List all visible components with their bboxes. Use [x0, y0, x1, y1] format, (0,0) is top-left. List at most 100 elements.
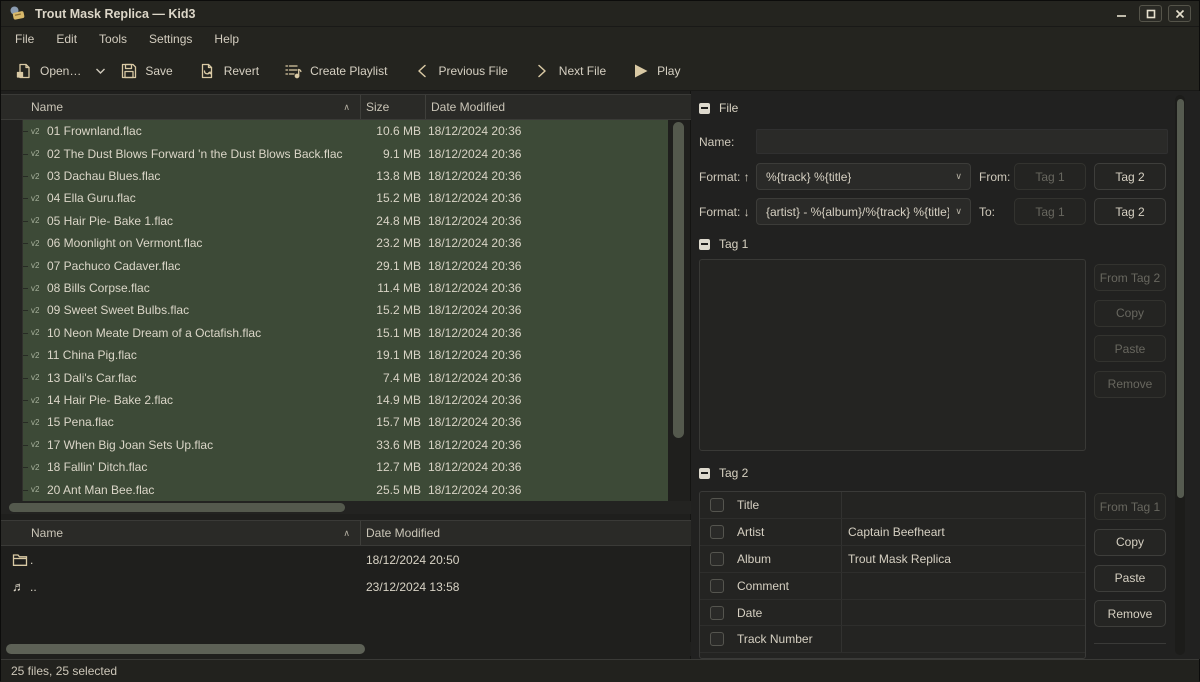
collapse-icon[interactable]	[699, 239, 710, 250]
scrollbar-thumb[interactable]	[9, 503, 345, 512]
from-tag-2-button[interactable]: From Tag 2	[1094, 264, 1166, 291]
file-date: 18/12/2024 20:36	[421, 214, 521, 228]
to-tag2-label: Tag 2	[1115, 205, 1144, 219]
save-label: Save	[145, 64, 172, 78]
field-value[interactable]: Trout Mask Replica	[842, 552, 951, 566]
chevron-down-icon: ∨	[955, 206, 962, 217]
scrollbar-thumb[interactable]	[673, 122, 684, 438]
minimize-icon	[1116, 9, 1127, 18]
file-list-vertical-scrollbar[interactable]	[668, 120, 690, 501]
table-row[interactable]: v2 20 Ant Man Bee.flac 25.5 MB 18/12/202…	[1, 479, 669, 501]
collapse-icon[interactable]	[699, 468, 710, 479]
table-row[interactable]: v2 07 Pachuco Cadaver.flac 29.1 MB 18/12…	[1, 254, 669, 276]
format-to-combobox[interactable]: {artist} - %{album}/%{track} %{title} ∨	[756, 198, 971, 225]
folder-list-horizontal-scrollbar[interactable]	[1, 642, 691, 656]
table-row[interactable]: v2 06 Moonlight on Vermont.flac 23.2 MB …	[1, 232, 669, 254]
tree-branch	[1, 120, 23, 142]
column-header-size[interactable]: Size	[361, 95, 426, 119]
tag-field-row[interactable]: Track Number	[700, 626, 1085, 653]
create-playlist-button[interactable]: Create Playlist	[285, 62, 387, 79]
table-row[interactable]: v2 09 Sweet Sweet Bulbs.flac 15.2 MB 18/…	[1, 299, 669, 321]
menu-item-settings[interactable]: Settings	[138, 27, 203, 51]
remove-button[interactable]: Remove	[1094, 371, 1166, 398]
tag-field-row[interactable]: Comment	[700, 573, 1085, 600]
next-file-button[interactable]: Next File	[534, 62, 606, 79]
paste-button[interactable]: Paste	[1094, 335, 1166, 362]
collapse-icon[interactable]	[699, 103, 710, 114]
menu-item-tools[interactable]: Tools	[88, 27, 138, 51]
copy-button[interactable]: Copy	[1094, 300, 1166, 327]
revert-label: Revert	[224, 64, 259, 78]
table-row[interactable]: v2 17 When Big Joan Sets Up.flac 33.6 MB…	[1, 434, 669, 456]
from-tag1-button[interactable]: Tag 1	[1014, 163, 1086, 190]
table-row[interactable]: v2 08 Bills Corpse.flac 11.4 MB 18/12/20…	[1, 277, 669, 299]
column-header-name[interactable]: Name ∧	[1, 521, 361, 545]
scrollbar-thumb[interactable]	[1177, 99, 1184, 498]
table-row[interactable]: v2 18 Fallin' Ditch.flac 12.7 MB 18/12/2…	[1, 456, 669, 478]
table-row[interactable]: v2 14 Hair Pie- Bake 2.flac 14.9 MB 18/1…	[1, 389, 669, 411]
minimize-button[interactable]	[1110, 5, 1133, 22]
file-date: 18/12/2024 20:36	[421, 259, 521, 273]
copy-button[interactable]: Copy	[1094, 529, 1166, 556]
previous-file-button[interactable]: Previous File	[413, 62, 507, 79]
field-label: Artist	[737, 525, 764, 539]
column-header-name[interactable]: Name ∧	[1, 95, 361, 119]
app-icon	[9, 5, 26, 22]
filename-input[interactable]	[756, 129, 1168, 154]
field-checkbox[interactable]	[710, 632, 724, 646]
revert-button[interactable]: Revert	[199, 62, 259, 79]
table-row[interactable]: v2 13 Dali's Car.flac 7.4 MB 18/12/2024 …	[1, 366, 669, 388]
field-checkbox[interactable]	[710, 552, 724, 566]
table-row[interactable]: v2 15 Pena.flac 15.7 MB 18/12/2024 20:36	[1, 411, 669, 433]
file-date: 18/12/2024 20:36	[421, 236, 521, 250]
tag-field-row[interactable]: Title	[700, 492, 1085, 519]
list-item[interactable]: ♬ . 18/12/2024 20:50	[1, 547, 691, 574]
tag-field-row[interactable]: Artist Captain Beefheart	[700, 519, 1085, 546]
table-row[interactable]: v2 05 Hair Pie- Bake 1.flac 24.8 MB 18/1…	[1, 210, 669, 232]
format-from-combobox[interactable]: %{track} %{title} ∨	[756, 163, 971, 190]
field-checkbox[interactable]	[710, 579, 724, 593]
table-row[interactable]: v2 10 Neon Meate Dream of a Octafish.fla…	[1, 322, 669, 344]
field-checkbox[interactable]	[710, 498, 724, 512]
maximize-button[interactable]	[1139, 5, 1162, 22]
field-checkbox[interactable]	[710, 606, 724, 620]
file-date: 18/12/2024 20:36	[421, 303, 521, 317]
file-list-horizontal-scrollbar[interactable]	[1, 501, 691, 514]
tag2-section-header[interactable]: Tag 2	[699, 466, 748, 480]
field-value[interactable]: Captain Beefheart	[842, 525, 945, 539]
menu-item-help[interactable]: Help	[203, 27, 250, 51]
column-header-date[interactable]: Date Modified	[426, 95, 691, 119]
tag-field-row[interactable]: Album Trout Mask Replica	[700, 546, 1085, 573]
open-button[interactable]: Open…	[15, 62, 81, 79]
table-row[interactable]: v2 03 Dachau Blues.flac 13.8 MB 18/12/20…	[1, 165, 669, 187]
from-tag-1-button[interactable]: From Tag 1	[1094, 493, 1166, 520]
column-header-date[interactable]: Date Modified	[361, 521, 691, 545]
file-name: 15 Pena.flac	[47, 415, 361, 429]
close-button[interactable]	[1168, 5, 1191, 22]
tag-field-row[interactable]: Date	[700, 600, 1085, 627]
menu-item-file[interactable]: File	[4, 27, 45, 51]
menu-item-edit[interactable]: Edit	[45, 27, 88, 51]
from-tag2-button[interactable]: Tag 2	[1094, 163, 1166, 190]
table-row[interactable]: v2 02 The Dust Blows Forward 'n the Dust…	[1, 142, 669, 164]
open-dropdown-button[interactable]	[95, 67, 106, 75]
save-button[interactable]: Save	[120, 62, 172, 79]
file-size: 15.7 MB	[361, 415, 421, 429]
tree-branch	[1, 277, 23, 299]
table-row[interactable]: v2 11 China Pig.flac 19.1 MB 18/12/2024 …	[1, 344, 669, 366]
table-row[interactable]: v2 04 Ella Guru.flac 15.2 MB 18/12/2024 …	[1, 187, 669, 209]
tag1-section-header[interactable]: Tag 1	[699, 237, 748, 251]
table-row[interactable]: v2 01 Frownland.flac 10.6 MB 18/12/2024 …	[1, 120, 669, 142]
to-tag2-button[interactable]: Tag 2	[1094, 198, 1166, 225]
save-icon	[120, 62, 137, 79]
play-button[interactable]: Play	[632, 62, 680, 79]
paste-button[interactable]: Paste	[1094, 565, 1166, 592]
remove-button[interactable]: Remove	[1094, 600, 1166, 627]
file-section-header[interactable]: File	[699, 101, 738, 115]
tag-panel-vertical-scrollbar[interactable]	[1175, 95, 1185, 655]
list-item[interactable]: ♬ .. 23/12/2024 13:58	[1, 574, 691, 601]
to-tag1-button[interactable]: Tag 1	[1014, 198, 1086, 225]
field-checkbox[interactable]	[710, 525, 724, 539]
scrollbar-thumb[interactable]	[6, 644, 365, 654]
tag-panel: File Name: Format: ↑ %{track} %{title} ∨…	[691, 91, 1200, 659]
